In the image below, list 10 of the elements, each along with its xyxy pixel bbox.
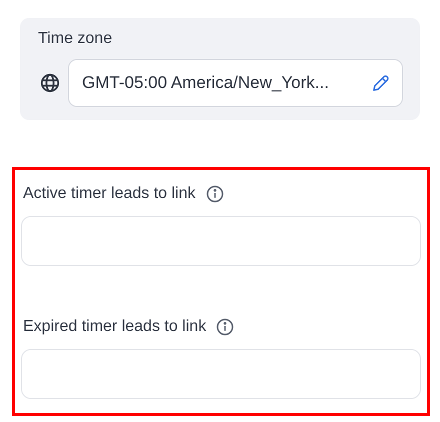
- link-input-field[interactable]: [21, 349, 421, 399]
- info-icon[interactable]: [206, 185, 224, 203]
- link-field-label: Active timer leads to link: [23, 185, 196, 203]
- link-field-label: Expired timer leads to link: [23, 318, 206, 336]
- time-zone-field[interactable]: GMT-05:00 America/New_York...: [68, 59, 403, 107]
- pencil-icon[interactable]: [371, 74, 390, 92]
- time-zone-label: Time zone: [38, 30, 114, 48]
- link-input-field[interactable]: [21, 216, 421, 266]
- info-icon[interactable]: [216, 318, 234, 336]
- globe-icon: [40, 73, 60, 93]
